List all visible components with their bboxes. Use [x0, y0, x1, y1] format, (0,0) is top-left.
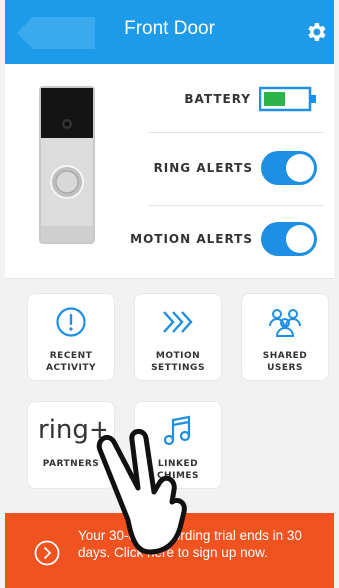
motion-settings-tile[interactable]: MOTION SETTINGS — [134, 293, 222, 381]
tile-label: RECENT ACTIVITY — [45, 351, 97, 373]
divider — [148, 132, 324, 133]
users-icon — [269, 309, 301, 337]
gear-icon[interactable] — [304, 20, 328, 44]
feature-grid: RECENT ACTIVITY MOTION SETTINGS SHARED U… — [5, 278, 334, 514]
linked-chimes-tile[interactable]: LINKED CHIMES — [134, 401, 222, 489]
motion-alerts-row: MOTION ALERTS — [130, 219, 317, 259]
shared-users-tile[interactable]: SHARED USERS — [241, 293, 329, 381]
tile-label: LINKED CHIMES — [156, 459, 200, 481]
recent-activity-tile[interactable]: RECENT ACTIVITY — [27, 293, 115, 381]
ring-alerts-row: RING ALERTS — [154, 148, 317, 188]
tile-label: PARTNERS — [42, 459, 100, 469]
motion-alerts-label: MOTION ALERTS — [130, 232, 253, 246]
partners-tile[interactable]: ring+ PARTNERS — [27, 401, 115, 489]
chevron-right-circle-icon — [34, 540, 60, 566]
motion-chevrons-icon — [163, 311, 193, 333]
app-header: Front Door — [5, 0, 334, 64]
battery-label: BATTERY — [184, 92, 251, 106]
trial-banner[interactable]: Your 30-day recording trial ends in 30 d… — [5, 513, 334, 588]
ring-plus-logo: ring+ — [38, 415, 106, 445]
motion-alerts-toggle[interactable] — [261, 222, 317, 256]
ring-alerts-toggle[interactable] — [261, 151, 317, 185]
trial-banner-text: Your 30-day recording trial ends in 30 d… — [78, 528, 302, 560]
battery-row: BATTERY — [184, 79, 317, 119]
battery-icon — [259, 86, 316, 112]
alert-circle-icon — [56, 307, 86, 337]
doorbell-image — [39, 86, 95, 244]
tile-label: MOTION SETTINGS — [151, 351, 205, 373]
tile-label: SHARED USERS — [262, 351, 308, 373]
music-note-icon — [163, 415, 191, 446]
divider — [148, 205, 324, 206]
page-title: Front Door — [124, 18, 215, 39]
svg-text:ring+: ring+ — [38, 415, 106, 445]
ring-alerts-label: RING ALERTS — [153, 161, 253, 175]
